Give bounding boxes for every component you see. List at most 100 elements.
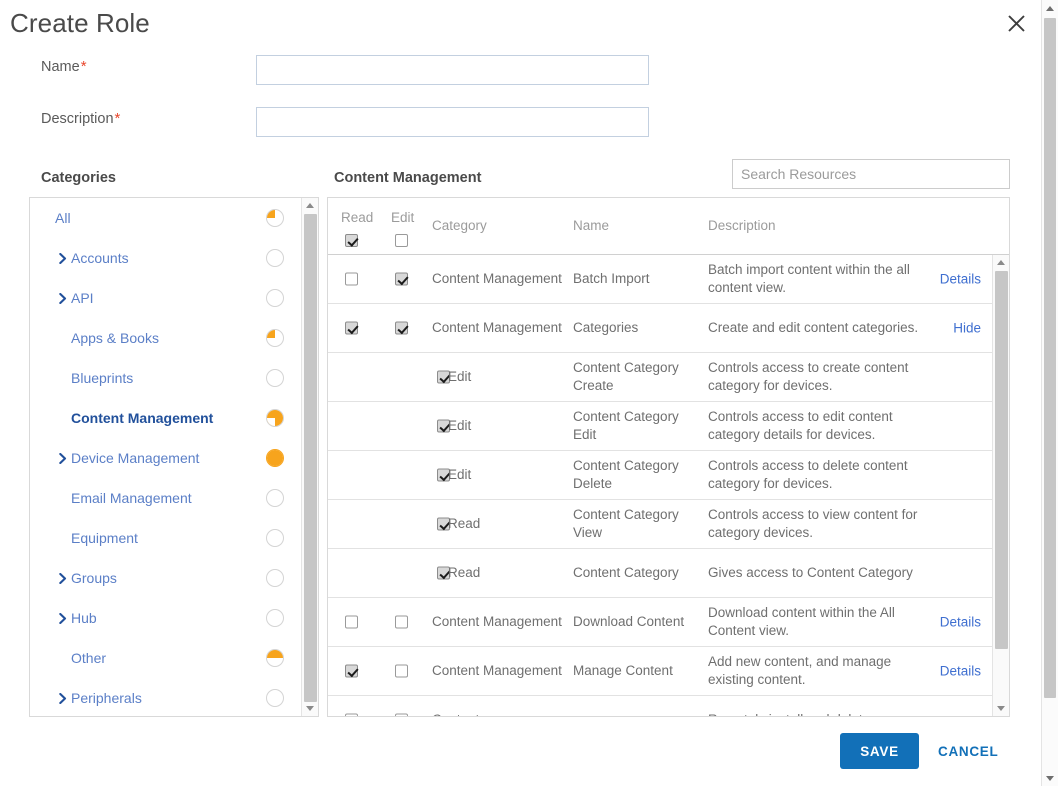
description-required-asterisk: * xyxy=(114,110,121,127)
categories-scroll-down-icon[interactable] xyxy=(302,701,318,716)
details-link[interactable]: Details xyxy=(940,615,981,630)
column-header-read: Read xyxy=(341,210,374,225)
table-row[interactable]: Read Content Category View Controls access… xyxy=(328,500,993,549)
row-edit-checkbox[interactable] xyxy=(395,713,408,716)
select-all-read-checkbox[interactable] xyxy=(345,232,358,250)
column-header-description: Description xyxy=(708,218,776,233)
cell-category: Content Management xyxy=(432,663,562,678)
page-scrollbar-thumb[interactable] xyxy=(1044,18,1056,698)
cell-name: Content Category Create xyxy=(573,360,679,393)
cell-category: Content Management xyxy=(432,614,562,629)
category-fill-indicator-icon xyxy=(266,569,284,587)
page-scrollbar[interactable] xyxy=(1041,0,1058,786)
chevron-right-icon[interactable] xyxy=(57,612,69,624)
category-fill-indicator-icon xyxy=(266,329,284,347)
categories-scrollbar-thumb[interactable] xyxy=(304,214,317,702)
cell-description: Controls access to view content for cate… xyxy=(708,507,918,540)
category-item[interactable]: Device Management xyxy=(30,438,302,478)
category-fill-indicator-icon xyxy=(266,609,284,627)
cancel-button[interactable]: CANCEL xyxy=(938,733,998,769)
save-button[interactable]: SAVE xyxy=(840,733,919,769)
table-row[interactable]: Edit Content Category Create Controls acce… xyxy=(328,353,993,402)
column-header-name: Name xyxy=(573,218,610,233)
category-item[interactable]: All xyxy=(30,198,302,238)
cell-permission-type: Edit xyxy=(448,467,472,482)
page-scroll-up-icon[interactable] xyxy=(1042,0,1058,16)
categories-list: All Accounts API Apps & Books Blueprints Cont… xyxy=(30,198,302,716)
category-fill-indicator-icon xyxy=(266,649,284,667)
table-row[interactable]: Content Management Download Content Downlo… xyxy=(328,598,993,647)
description-input[interactable] xyxy=(256,107,649,137)
table-row[interactable]: Read Content Category Gives access to Cont… xyxy=(328,549,993,598)
chevron-right-icon[interactable] xyxy=(57,692,69,704)
chevron-right-icon[interactable] xyxy=(57,452,69,464)
table-row[interactable]: Content Management Batch Import Batch impo… xyxy=(328,255,993,304)
name-label: Name* xyxy=(41,59,87,75)
search-input[interactable] xyxy=(732,159,1010,189)
category-item[interactable]: Peripherals xyxy=(30,678,302,716)
row-read-checkbox[interactable] xyxy=(345,272,358,286)
category-item-label: Accounts xyxy=(71,250,129,266)
details-link[interactable]: Details xyxy=(940,664,981,679)
category-item[interactable]: Apps & Books xyxy=(30,318,302,358)
name-input[interactable] xyxy=(256,55,649,85)
category-item-label: Hub xyxy=(71,610,97,626)
category-item[interactable]: API xyxy=(30,278,302,318)
cell-category: Content xyxy=(432,711,562,716)
chevron-right-icon[interactable] xyxy=(57,292,69,304)
table-row[interactable]: Content Management Manage Content Add new … xyxy=(328,647,993,696)
row-edit-checkbox[interactable] xyxy=(395,615,408,629)
cell-description: Controls access to delete content catego… xyxy=(708,458,908,491)
row-read-checkbox[interactable] xyxy=(345,321,358,335)
row-edit-checkbox[interactable] xyxy=(395,321,408,335)
row-read-checkbox[interactable] xyxy=(345,615,358,629)
description-label-text: Description xyxy=(41,111,114,127)
table-scrollbar[interactable] xyxy=(992,255,1009,716)
table-scroll-down-icon[interactable] xyxy=(993,701,1009,716)
details-link[interactable]: Details xyxy=(940,272,981,287)
create-role-dialog: Create Role Name* Description* Categorie… xyxy=(0,0,1041,786)
column-header-category: Category xyxy=(432,218,487,233)
categories-scrollbar[interactable] xyxy=(301,198,318,716)
cell-description: Add new content, and manage existing con… xyxy=(708,654,892,687)
category-item[interactable]: Other xyxy=(30,638,302,678)
row-edit-checkbox[interactable] xyxy=(395,664,408,678)
category-fill-indicator-icon xyxy=(266,249,284,267)
category-item[interactable]: Equipment xyxy=(30,518,302,558)
table-row[interactable]: Edit Content Category Edit Controls access… xyxy=(328,402,993,451)
table-body: Content Management Batch Import Batch impo… xyxy=(328,255,1009,716)
row-edit-checkbox[interactable] xyxy=(395,272,408,286)
category-fill-indicator-icon xyxy=(266,529,284,547)
cell-category: Content Management xyxy=(432,271,562,286)
close-icon[interactable] xyxy=(1003,10,1029,36)
cell-name: Manage Content xyxy=(573,663,673,678)
category-item[interactable]: Hub xyxy=(30,598,302,638)
table-row[interactable]: Content Remotely install and delete xyxy=(328,696,993,716)
category-item[interactable]: Accounts xyxy=(30,238,302,278)
select-all-edit-checkbox[interactable] xyxy=(395,232,408,250)
cell-name: Categories xyxy=(573,320,639,335)
categories-scroll-up-icon[interactable] xyxy=(302,198,318,213)
row-read-checkbox[interactable] xyxy=(345,713,358,716)
table-scrollbar-thumb[interactable] xyxy=(995,271,1008,649)
cell-name: Content Category Delete xyxy=(573,458,679,491)
cell-description: Remotely install and delete xyxy=(708,711,926,716)
category-item[interactable]: Groups xyxy=(30,558,302,598)
row-read-checkbox[interactable] xyxy=(345,664,358,678)
chevron-right-icon[interactable] xyxy=(57,572,69,584)
category-item[interactable]: Content Management xyxy=(30,398,302,438)
category-item[interactable]: Email Management xyxy=(30,478,302,518)
hide-link[interactable]: Hide xyxy=(953,321,981,336)
cell-description: Batch import content within the all cont… xyxy=(708,262,910,295)
table-scroll-up-icon[interactable] xyxy=(993,255,1009,270)
table-row[interactable]: Content Management Categories Create and e… xyxy=(328,304,993,353)
table-row[interactable]: Edit Content Category Delete Controls acce… xyxy=(328,451,993,500)
category-item[interactable]: Blueprints xyxy=(30,358,302,398)
category-item-label: Blueprints xyxy=(71,370,134,386)
cell-description: Controls access to edit content category… xyxy=(708,409,893,442)
cell-name: Content Category xyxy=(573,565,679,580)
cell-description: Create and edit content categories. xyxy=(708,320,919,335)
category-item-label: Equipment xyxy=(71,530,138,546)
page-scroll-down-icon[interactable] xyxy=(1042,770,1058,786)
chevron-right-icon[interactable] xyxy=(57,252,69,264)
